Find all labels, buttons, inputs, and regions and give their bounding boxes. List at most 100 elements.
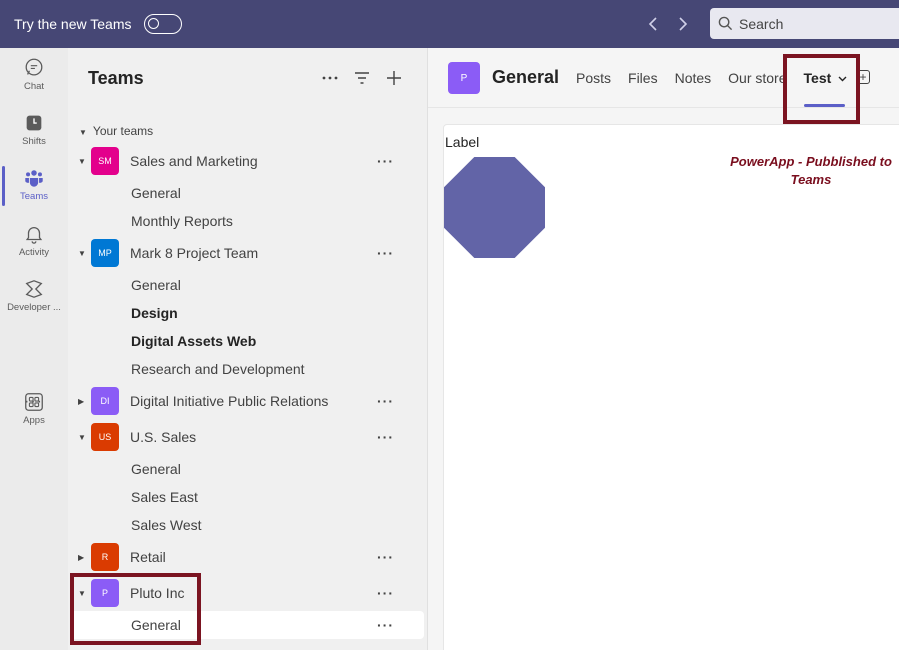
rail-label-shifts: Shifts	[22, 135, 46, 147]
search-input[interactable]	[739, 15, 899, 32]
channel-row[interactable]: Design	[68, 299, 424, 327]
teams-panel: Teams ▼ Your teams ▼ SM Sales and Marketi…	[68, 48, 428, 650]
rail-label-developer: Developer ...	[7, 301, 61, 313]
team-avatar: P	[91, 579, 119, 607]
channel-row[interactable]: Research and Development	[68, 355, 424, 383]
team-name: Sales and Marketing	[130, 153, 258, 169]
channel-header: P General Posts Files Notes Our store Te…	[428, 48, 899, 108]
try-new-teams-label: Try the new Teams	[14, 16, 132, 32]
team-row-retail[interactable]: ▶ R Retail ···	[68, 541, 424, 573]
team-avatar: US	[91, 423, 119, 451]
add-team-icon[interactable]	[385, 66, 403, 90]
powerapp-annotation-line1: PowerApp - Pubblished to	[730, 154, 892, 169]
more-options-icon[interactable]	[321, 66, 339, 90]
caret-down-icon[interactable]: ▼	[78, 433, 86, 442]
main-content: P General Posts Files Notes Our store Te…	[428, 48, 899, 650]
team-avatar: R	[91, 543, 119, 571]
search-box[interactable]	[710, 8, 899, 39]
history-navigation	[645, 12, 691, 36]
channel-more-icon[interactable]: ···	[377, 617, 394, 633]
team-more-icon[interactable]: ···	[377, 549, 394, 565]
team-more-icon[interactable]: ···	[377, 585, 394, 601]
add-tab-icon[interactable]: +	[856, 70, 870, 84]
teams-icon	[25, 169, 43, 187]
team-name: Digital Initiative Public Relations	[130, 393, 329, 409]
channel-name: General	[131, 277, 181, 293]
channel-row[interactable]: General	[68, 271, 424, 299]
channel-name: Sales East	[131, 489, 198, 505]
team-row-pluto-inc[interactable]: ▼ P Pluto Inc ···	[68, 577, 424, 609]
channel-row[interactable]: General	[68, 179, 424, 207]
team-row-digital-initiative[interactable]: ▶ DI Digital Initiative Public Relations…	[68, 385, 424, 417]
panel-title: Teams	[88, 68, 144, 88]
octagon-shape	[444, 157, 545, 258]
tab-test[interactable]: Test	[803, 70, 848, 107]
powerapp-annotation-line2: Teams	[790, 172, 832, 187]
channel-row[interactable]: Digital Assets Web	[68, 327, 424, 355]
bell-icon	[25, 226, 43, 244]
try-new-teams-toggle[interactable]	[143, 14, 182, 34]
caret-down-icon[interactable]: ▼	[78, 589, 86, 598]
filter-icon[interactable]	[353, 66, 371, 90]
team-more-icon[interactable]: ···	[377, 245, 394, 261]
team-name: U.S. Sales	[130, 429, 197, 445]
caret-right-icon[interactable]: ▶	[78, 553, 84, 562]
rail-item-shifts[interactable]: Shifts	[0, 103, 68, 155]
rail-label-teams: Teams	[20, 190, 48, 202]
tab-posts[interactable]: Posts	[576, 70, 611, 86]
channel-name: Sales West	[131, 517, 202, 533]
rail-item-chat[interactable]: Chat	[0, 48, 68, 100]
team-avatar: DI	[91, 387, 119, 415]
tab-notes[interactable]: Notes	[675, 70, 712, 86]
channel-name: Research and Development	[131, 361, 305, 377]
channel-tabs: Posts Files Notes Our store Test	[576, 70, 864, 107]
chat-icon	[25, 58, 43, 76]
team-row-mark8[interactable]: ▼ MP Mark 8 Project Team ···	[68, 237, 424, 269]
tab-test-label: Test	[803, 70, 832, 86]
chevron-down-icon	[838, 76, 847, 82]
team-more-icon[interactable]: ···	[377, 393, 394, 409]
channel-row[interactable]: Sales East	[68, 483, 424, 511]
team-more-icon[interactable]: ···	[377, 429, 394, 445]
caret-down-icon[interactable]: ▼	[78, 249, 86, 258]
team-more-icon[interactable]: ···	[377, 153, 394, 169]
team-avatar: MP	[91, 239, 119, 267]
forward-arrow-icon[interactable]	[675, 12, 691, 36]
channel-name: Design	[131, 305, 178, 321]
rail-item-teams[interactable]: Teams	[0, 158, 68, 210]
team-avatar: SM	[91, 147, 119, 175]
canvas-label: Label	[445, 134, 480, 150]
team-row-us-sales[interactable]: ▼ US U.S. Sales ···	[68, 421, 424, 453]
apps-icon	[25, 392, 43, 411]
channel-name: General	[131, 461, 181, 477]
shifts-icon	[26, 115, 42, 130]
channel-name: General	[131, 617, 181, 633]
team-row-sales-marketing[interactable]: ▼ SM Sales and Marketing ···	[68, 145, 424, 177]
channel-row[interactable]: Sales West	[68, 511, 424, 539]
channel-row[interactable]: Monthly Reports	[68, 207, 424, 235]
channel-title: General	[492, 67, 560, 87]
rail-item-apps[interactable]: Apps	[0, 382, 68, 434]
panel-actions	[321, 66, 403, 90]
caret-down-icon[interactable]: ▼	[78, 157, 86, 166]
your-teams-section[interactable]: ▼ Your teams	[79, 124, 153, 138]
back-arrow-icon[interactable]	[645, 12, 661, 36]
team-name: Mark 8 Project Team	[130, 245, 259, 261]
channel-row[interactable]: General	[68, 455, 424, 483]
team-name: Pluto Inc	[130, 585, 185, 601]
caret-right-icon[interactable]: ▶	[78, 397, 84, 406]
app-rail: Chat Shifts Teams Activity Developer ...…	[0, 48, 68, 650]
tab-our-store[interactable]: Our store	[728, 70, 786, 86]
rail-label-activity: Activity	[18, 246, 50, 258]
rail-item-activity[interactable]: Activity	[0, 214, 68, 266]
rail-label-chat: Chat	[23, 80, 45, 92]
rail-label-apps: Apps	[23, 414, 45, 426]
channel-name: General	[131, 185, 181, 201]
rail-item-developer[interactable]: Developer ...	[0, 269, 68, 321]
powerapp-annotation: PowerApp - Pubblished to Teams	[726, 153, 896, 189]
channel-row-selected[interactable]: General ···	[70, 611, 424, 639]
top-bar: Try the new Teams	[0, 0, 899, 48]
channel-avatar: P	[448, 62, 480, 94]
your-teams-label: Your teams	[92, 124, 154, 138]
tab-files[interactable]: Files	[628, 70, 658, 86]
